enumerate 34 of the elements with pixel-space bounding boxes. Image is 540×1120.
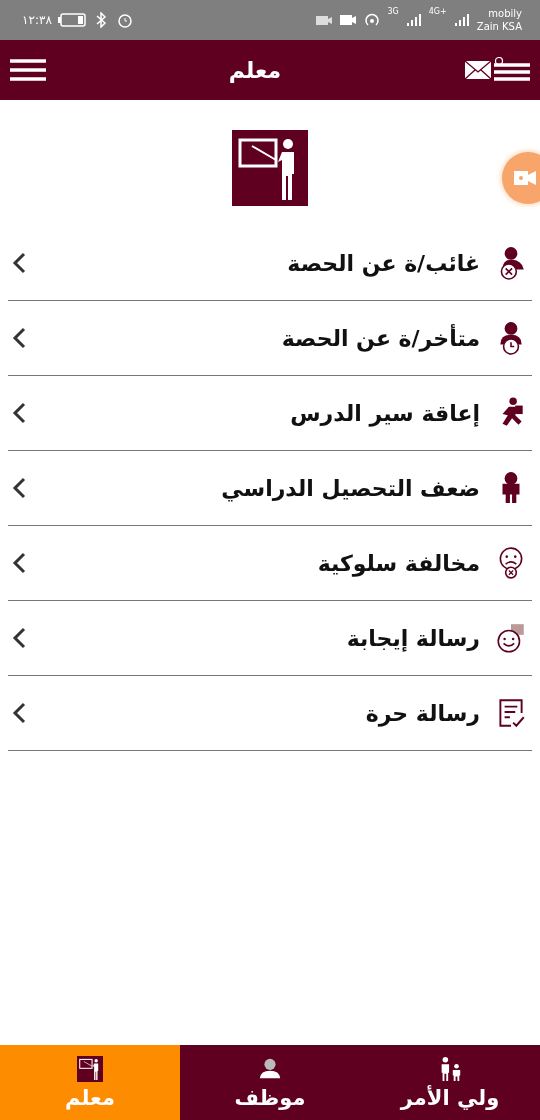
chevron-icon [12, 702, 26, 724]
menu-item[interactable]: مخالفة سلوكية [8, 526, 532, 601]
menu-item[interactable]: رسالة حرة [8, 676, 532, 751]
nav-tab[interactable]: ولي الأمر [360, 1045, 540, 1120]
nav-tab[interactable]: موظف [180, 1045, 360, 1120]
video-camera-icon [514, 170, 536, 186]
chevron-icon [12, 252, 26, 274]
menu-item[interactable]: متأخر/ة عن الحصة [8, 301, 532, 376]
carrier-name: Zain KSA [476, 20, 522, 33]
chevron-icon [12, 552, 26, 574]
teacher-icon [77, 1055, 103, 1082]
mail-button[interactable] [464, 59, 492, 81]
menu-item[interactable]: غائب/ة عن الحصة [8, 226, 532, 301]
signal-icon [404, 12, 423, 28]
page-title: معلم [228, 57, 282, 83]
menu-item[interactable]: رسالة إيجابة [8, 601, 532, 676]
network-type: 4G+ [428, 7, 447, 16]
chevron-icon [12, 402, 26, 424]
menu-item[interactable]: إعاقة سير الدرس [8, 376, 532, 451]
alarm-icon [115, 12, 134, 28]
menu-button[interactable] [10, 57, 46, 83]
signal-icon [452, 12, 471, 28]
chevron-icon [12, 327, 26, 349]
hotspot-icon [363, 12, 382, 28]
menu-button[interactable] [494, 57, 530, 83]
menu-item[interactable]: ضعف التحصيل الدراسي [8, 451, 532, 526]
battery-icon [57, 12, 86, 28]
network-type: 3G [387, 7, 399, 16]
chevron-icon [12, 627, 26, 649]
clock-time: ١٢:٣٨ [22, 13, 52, 27]
video-camera-icon [339, 12, 358, 28]
chevron-icon [12, 477, 26, 499]
carrier-name: mobily [488, 7, 522, 20]
teacher-icon [232, 130, 308, 206]
